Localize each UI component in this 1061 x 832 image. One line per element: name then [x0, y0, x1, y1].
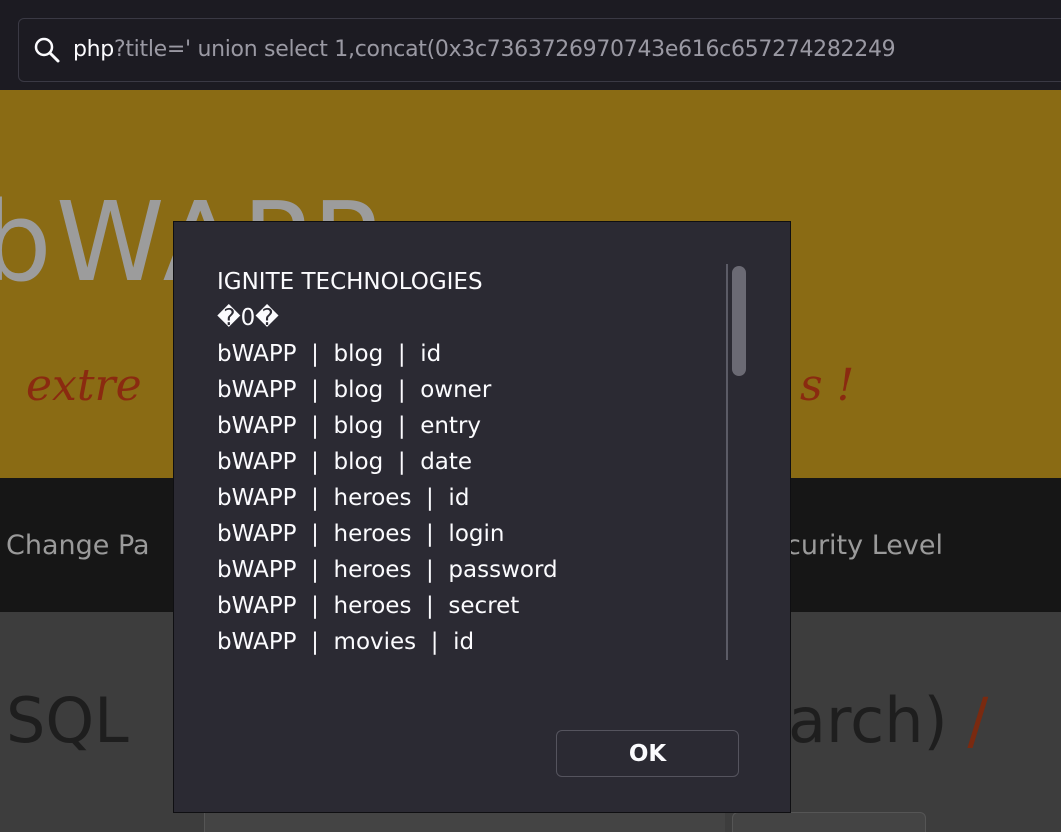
heading-slash: / — [947, 684, 989, 757]
alert-line: IGNITE TECHNOLOGIES — [217, 269, 483, 295]
scrollbar-track[interactable] — [726, 264, 728, 660]
tagline-end: s ! — [800, 360, 855, 411]
alert-line: bWAPP | heroes | password — [217, 557, 558, 583]
scrollbar-thumb[interactable] — [732, 266, 746, 376]
alert-line: bWAPP | blog | owner — [217, 377, 492, 403]
alert-dialog: IGNITE TECHNOLOGIES �0� bWAPP | blog | i… — [173, 221, 791, 813]
nav-security-level[interactable]: curity Level — [786, 530, 943, 561]
page-heading: SQL — [6, 684, 129, 757]
alert-message: IGNITE TECHNOLOGIES �0� bWAPP | blog | i… — [217, 264, 717, 660]
nav-change-password[interactable]: Change Pa — [6, 530, 150, 561]
browser-toolbar: php?title=' union select 1,concat(0x3c73… — [0, 0, 1061, 90]
url-query: ?title=' union select 1,concat(0x3c73637… — [113, 37, 896, 62]
alert-line: bWAPP | movies | id — [217, 629, 475, 655]
url-text: php?title=' union select 1,concat(0x3c73… — [73, 36, 896, 64]
alert-line: bWAPP | blog | entry — [217, 413, 482, 439]
alert-line: bWAPP | blog | date — [217, 449, 473, 475]
page-heading-end-text: arch) — [788, 684, 948, 757]
search-input[interactable] — [204, 812, 725, 832]
alert-line: bWAPP | heroes | id — [217, 485, 470, 511]
search-icon — [34, 37, 60, 63]
search-button[interactable] — [732, 812, 926, 832]
ok-button[interactable]: OK — [556, 730, 739, 777]
url-host: php — [73, 37, 114, 62]
alert-line: bWAPP | heroes | secret — [217, 593, 520, 619]
address-bar[interactable]: php?title=' union select 1,concat(0x3c73… — [18, 18, 1061, 82]
alert-line: bWAPP | heroes | login — [217, 521, 505, 547]
alert-line: �0� — [217, 305, 279, 331]
page-heading-end: arch) / — [788, 684, 988, 757]
alert-line: bWAPP | blog | id — [217, 341, 442, 367]
tagline: extre — [26, 360, 142, 411]
